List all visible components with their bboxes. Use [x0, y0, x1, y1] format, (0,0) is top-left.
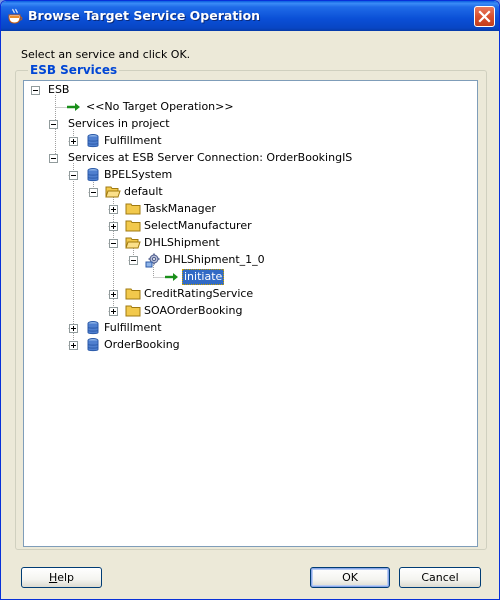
database-icon	[87, 168, 99, 182]
tree-expand-toggle[interactable]	[69, 137, 78, 146]
tree-node-dhlshipment-version[interactable]: DHLShipment_1_0	[162, 252, 267, 268]
group-legend: ESB Services	[28, 63, 120, 77]
ok-button[interactable]: OK	[310, 567, 390, 588]
tree-expand-toggle[interactable]	[69, 324, 78, 333]
green-arrow-icon	[67, 103, 80, 111]
tree-node-server-connection[interactable]: Services at ESB Server Connection: Order…	[66, 150, 354, 166]
tree-node-services-in-project[interactable]: Services in project	[66, 116, 172, 132]
tree-collapse-toggle[interactable]	[49, 120, 58, 129]
database-icon	[87, 134, 99, 148]
tree-expand-toggle[interactable]	[109, 222, 118, 231]
folder-icon	[125, 203, 141, 215]
service-gear-icon	[145, 253, 160, 268]
cancel-label: Cancel	[421, 571, 459, 584]
help-button[interactable]: Help	[21, 567, 102, 588]
tree-node-no-target-operation[interactable]: <<No Target Operation>>	[84, 99, 236, 115]
instruction-text: Select an service and click OK.	[21, 48, 191, 61]
tree-expand-toggle[interactable]	[109, 307, 118, 316]
dialog-window: Browse Target Service Operation Select a…	[0, 0, 500, 600]
tree-node-fulfillment-server[interactable]: Fulfillment	[102, 320, 164, 336]
services-tree[interactable]: ESB <<No Target Operation>> Services in …	[23, 80, 478, 547]
tree-collapse-toggle[interactable]	[109, 239, 118, 248]
tree-collapse-toggle[interactable]	[69, 171, 78, 180]
tree-collapse-toggle[interactable]	[49, 154, 58, 163]
tree-node-initiate[interactable]: initiate	[182, 269, 225, 285]
title-bar[interactable]: Browse Target Service Operation	[1, 1, 499, 31]
tree-node-orderbooking[interactable]: OrderBooking	[102, 337, 182, 353]
open-folder-icon	[125, 237, 141, 249]
window-title: Browse Target Service Operation	[28, 8, 261, 23]
tree-node-taskmanager[interactable]: TaskManager	[142, 201, 218, 217]
tree-node-selectmanufacturer[interactable]: SelectManufacturer	[142, 218, 254, 234]
folder-icon	[125, 288, 141, 300]
tree-node-bpelsystem[interactable]: BPELSystem	[102, 167, 174, 183]
tree-collapse-toggle[interactable]	[89, 188, 98, 197]
database-icon	[87, 321, 99, 335]
tree-expand-toggle[interactable]	[69, 341, 78, 350]
folder-icon	[125, 305, 141, 317]
tree-node-default[interactable]: default	[122, 184, 165, 200]
database-icon	[87, 338, 99, 352]
tree-collapse-toggle[interactable]	[31, 86, 40, 95]
tree-expand-toggle[interactable]	[109, 205, 118, 214]
close-button[interactable]	[474, 6, 495, 27]
help-mnemonic: H	[48, 571, 58, 584]
tree-node-creditratingservice[interactable]: CreditRatingService	[142, 286, 255, 302]
green-arrow-icon	[165, 273, 178, 281]
tree-node-dhlshipment[interactable]: DHLShipment	[142, 235, 222, 251]
coffee-cup-icon	[8, 8, 23, 24]
tree-node-fulfillment-project[interactable]: Fulfillment	[102, 133, 164, 149]
folder-icon	[125, 220, 141, 232]
open-folder-icon	[105, 186, 121, 198]
cancel-button[interactable]: Cancel	[399, 567, 481, 588]
tree-node-soaorderbooking[interactable]: SOAOrderBooking	[142, 303, 244, 319]
ok-label: OK	[342, 571, 358, 584]
tree-expand-toggle[interactable]	[109, 290, 118, 299]
tree-collapse-toggle[interactable]	[129, 256, 138, 265]
close-icon	[478, 10, 491, 23]
tree-node-esb[interactable]: ESB	[46, 82, 71, 98]
help-label-rest: elp	[57, 571, 75, 584]
